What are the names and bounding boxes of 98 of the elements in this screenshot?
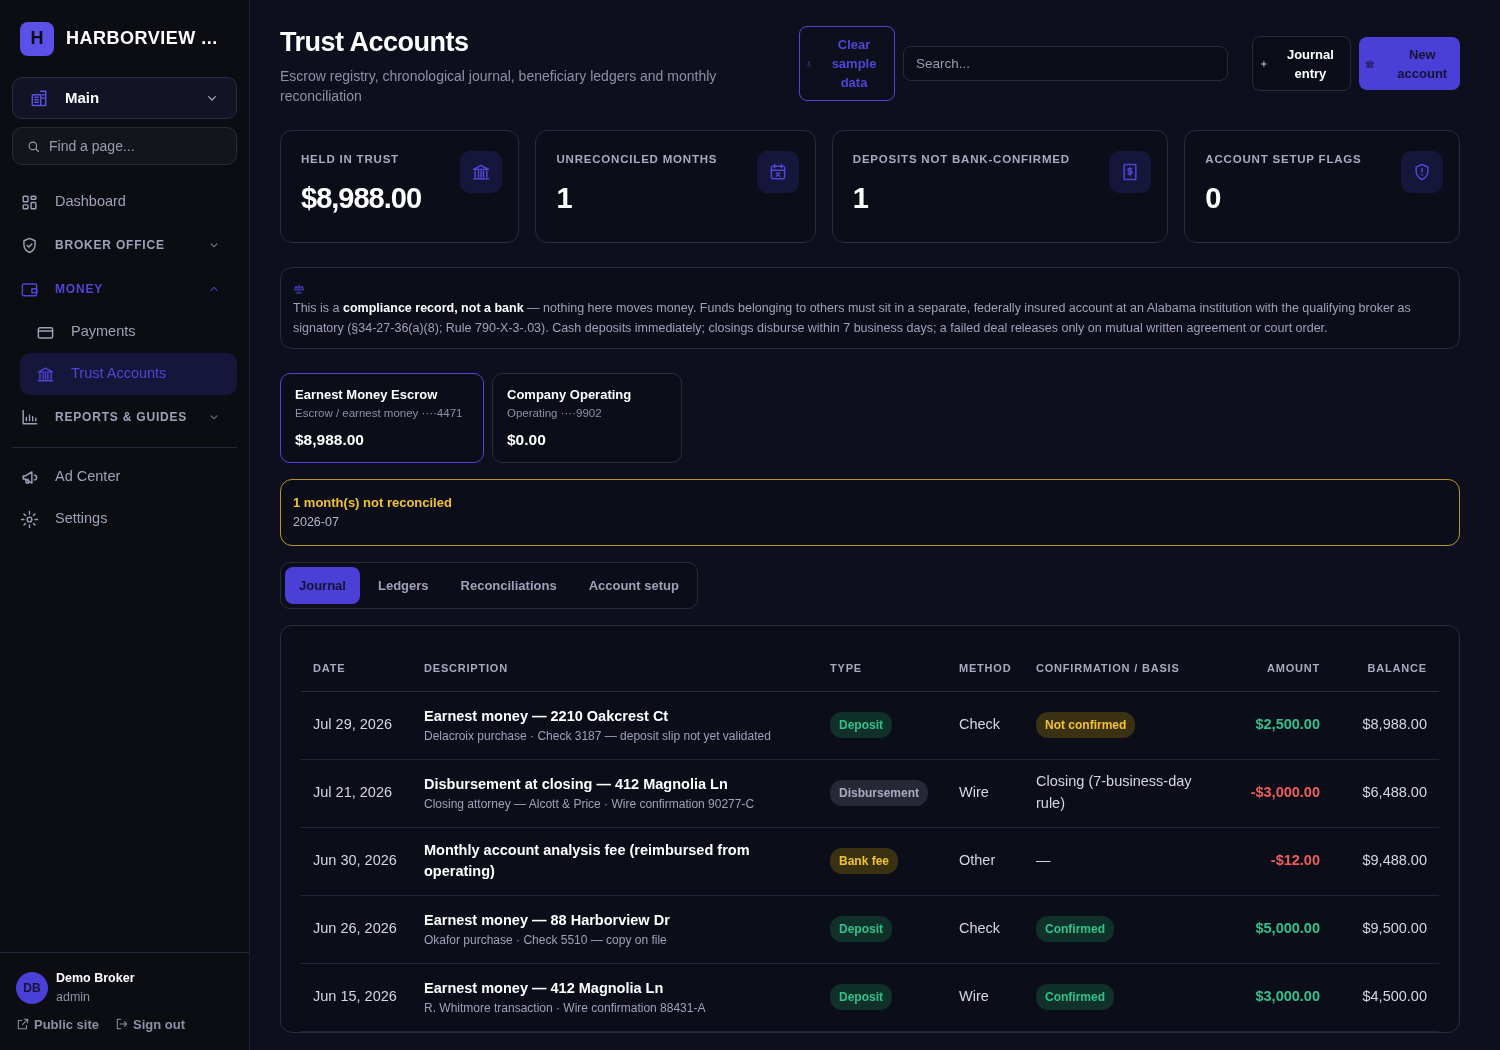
page-subtitle: Escrow registry, chronological journal, beneficiary ledgers and monthly reconciliation	[280, 67, 718, 107]
sign-out-link[interactable]: Sign out	[115, 1014, 186, 1034]
date-cell-text: Jun 26, 2026	[313, 919, 397, 939]
balance-cell-text: $9,500.00	[1362, 919, 1427, 939]
date-cell-text: Jun 15, 2026	[313, 987, 397, 1007]
type-tag: Deposit	[830, 984, 892, 1011]
balance-cell-text: $8,988.00	[1362, 715, 1427, 735]
balance-cell-text: $4,500.00	[1362, 987, 1427, 1007]
shield-alert-icon	[1412, 162, 1432, 183]
tab[interactable]: Ledgers	[363, 566, 443, 605]
column-header: METHOD	[959, 662, 1012, 675]
column-header: DESCRIPTION	[424, 662, 508, 675]
user-avatar: DB	[16, 971, 48, 1004]
building-icon	[29, 88, 49, 108]
account-card[interactable]: Company Operating Operating ····9902 $0.00	[492, 373, 682, 464]
date-cell-text: Jul 29, 2026	[313, 715, 392, 735]
brand-logo: H	[20, 21, 54, 56]
alert-title: 1 month(s) not reconciled	[293, 494, 453, 513]
page-title: Trust Accounts	[280, 26, 470, 59]
entry-title: Earnest money — 88 Harborview Dr	[424, 910, 670, 930]
method-cell-text: Wire	[959, 783, 989, 803]
bar-chart-icon	[20, 407, 39, 427]
balance-cell-text: $9,488.00	[1362, 851, 1427, 871]
grid-icon	[20, 192, 39, 212]
account-name: Earnest Money Escrow	[295, 386, 439, 405]
bank-icon	[36, 364, 55, 384]
method-cell-text: Other	[959, 851, 996, 871]
alert-months: 2026-07	[293, 513, 340, 531]
stat-label: DEPOSITS NOT BANK-CONFIRMED	[852, 152, 1071, 168]
account-detail: Escrow / earnest money ····4471	[295, 405, 464, 421]
external-link-icon	[16, 1017, 30, 1032]
date-cell-text: Jun 30, 2026	[313, 851, 397, 871]
compliance-notice: This is a compliance record, not a bank — nothing here moves money. Funds belonging to others must sit in a separate, federally insured account at an Alabama institution with the qualifying broker as signatory (§34-27-36(a)(8); Rule 790-X-3-.03). Cash deposits immediately; closings disburse within 7 business days; a failed deal releases only on mutual written agreement or court order.	[293, 300, 1412, 338]
account-detail: Operating ····9902	[507, 405, 603, 421]
stat-value: 1	[556, 180, 573, 216]
confirmation-tag: Confirmed	[1036, 916, 1114, 943]
workspace-select[interactable]: Main	[12, 77, 237, 119]
account-card[interactable]: Earnest Money Escrow Escrow / earnest money ····4471 $8,988.00	[280, 373, 484, 464]
nav-item[interactable]: Settings	[12, 498, 237, 540]
amount-cell-text: $2,500.00	[1255, 715, 1320, 735]
amount-cell-text: $3,000.00	[1255, 987, 1320, 1007]
nav-item[interactable]: Dashboard	[12, 181, 237, 223]
type-tag: Deposit	[830, 916, 892, 943]
entry-title: Disbursement at closing — 412 Magnolia Ln	[424, 774, 729, 794]
amount-cell-text: -$12.00	[1270, 851, 1320, 871]
stat-label: HELD IN TRUST	[301, 152, 400, 168]
tab[interactable]: Account setup	[574, 566, 693, 605]
search-field[interactable]: Search...	[903, 46, 1228, 81]
scale-icon	[293, 283, 305, 296]
confirmation-basis: Closing (7-business-day rule)	[1036, 772, 1193, 814]
nav-item[interactable]: Ad Center	[12, 456, 237, 498]
column-header: TYPE	[830, 662, 862, 675]
column-header: AMOUNT	[1266, 662, 1320, 675]
shield-check-icon	[20, 235, 39, 255]
account-balance: $0.00	[507, 430, 547, 451]
logout-icon	[115, 1017, 130, 1032]
bank-icon	[1365, 57, 1375, 70]
nav-section[interactable]: BROKER OFFICE	[12, 223, 237, 267]
user-name: Demo Broker	[56, 970, 135, 987]
entry-note: Closing attorney — Alcott & Price · Wire confirmation 90277-C	[424, 795, 755, 813]
settings-icon	[20, 509, 39, 529]
column-header: DATE	[313, 662, 346, 675]
column-header: BALANCE	[1367, 662, 1427, 675]
stat-label: ACCOUNT SETUP FLAGS	[1205, 152, 1363, 168]
entry-note: R. Whitmore transaction · Wire confirmation 88431-A	[424, 999, 706, 1017]
public-site-link[interactable]: Public site	[16, 1014, 100, 1034]
page-search-field[interactable]: Find a page...	[12, 127, 237, 165]
date-cell-text: Jul 21, 2026	[313, 783, 392, 803]
method-cell-text: Wire	[959, 987, 989, 1007]
stat-label: UNRECONCILED MONTHS	[556, 152, 719, 168]
amount-cell-text: $5,000.00	[1255, 919, 1320, 939]
type-tag: Disbursement	[830, 780, 929, 807]
user-role: admin	[56, 988, 92, 1006]
entry-note: Delacroix purchase · Check 3187 — deposit slip not yet validated	[424, 727, 771, 745]
tab[interactable]: Reconciliations	[446, 566, 571, 605]
confirmation-tag: Not confirmed	[1036, 712, 1136, 739]
amount-cell-text: -$3,000.00	[1250, 783, 1320, 803]
entry-title: Monthly account analysis fee (reimbursed from operating)	[424, 841, 751, 882]
entry-title: Earnest money — 412 Magnolia Ln	[424, 978, 665, 998]
stat-value: $8,988.00	[301, 180, 422, 216]
stat-value: 0	[1205, 180, 1222, 216]
method-cell-text: Check	[959, 919, 1001, 939]
confirmation-basis: —	[1036, 851, 1051, 871]
type-tag: Bank fee	[830, 848, 899, 875]
balance-cell-text: $6,488.00	[1362, 783, 1427, 803]
method-cell-text: Check	[959, 715, 1001, 735]
column-header: CONFIRMATION / BASIS	[1036, 662, 1180, 675]
stat-value: 1	[852, 180, 869, 216]
brand-name: HARBORVIEW ...	[66, 27, 218, 50]
type-tag: Deposit	[830, 712, 892, 739]
confirmation-tag: Confirmed	[1036, 984, 1114, 1011]
entry-title: Earnest money — 2210 Oakcrest Ct	[424, 706, 670, 726]
entry-note: Okafor purchase · Check 5510 — copy on file	[424, 931, 668, 949]
nav-section[interactable]: REPORTS & GUIDES	[12, 395, 237, 439]
nav-item[interactable]: Payments	[20, 311, 237, 353]
journal-entry-button[interactable]: Journal entry	[1252, 36, 1351, 91]
account-balance: $8,988.00	[295, 430, 365, 451]
account-name: Company Operating	[507, 386, 633, 405]
